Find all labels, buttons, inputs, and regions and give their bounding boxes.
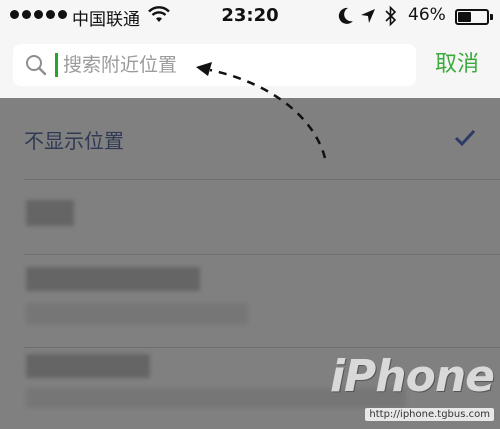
- location-arrow-icon: [361, 9, 375, 23]
- status-bar: 中国联通 23:20 46%: [0, 0, 500, 34]
- search-bar-area: 取消: [0, 34, 500, 98]
- battery-percentage: 46%: [408, 5, 446, 25]
- watermark-logo: iPhone: [329, 351, 495, 402]
- search-box[interactable]: [13, 44, 416, 86]
- hide-location-row[interactable]: 不显示位置: [0, 98, 500, 180]
- battery-fill: [458, 12, 471, 22]
- checkmark-icon: [454, 129, 476, 147]
- list-item[interactable]: [0, 180, 500, 254]
- blurred-text: [26, 267, 200, 291]
- hide-location-label: 不显示位置: [24, 129, 124, 153]
- bluetooth-icon: [385, 5, 397, 27]
- blurred-text: [26, 303, 248, 325]
- search-icon: [26, 55, 47, 76]
- list-item[interactable]: [0, 255, 500, 347]
- watermark: iPhone http://iphone.tgbus.com: [329, 351, 495, 421]
- blurred-text: [26, 200, 74, 226]
- battery-cap: [490, 14, 493, 20]
- text-cursor: [55, 53, 58, 77]
- battery-icon: [455, 9, 489, 25]
- search-input[interactable]: [63, 44, 403, 86]
- blurred-text: [26, 354, 150, 378]
- do-not-disturb-moon-icon: [338, 7, 353, 24]
- cancel-button[interactable]: 取消: [435, 46, 479, 78]
- watermark-url: http://iphone.tgbus.com: [365, 408, 494, 421]
